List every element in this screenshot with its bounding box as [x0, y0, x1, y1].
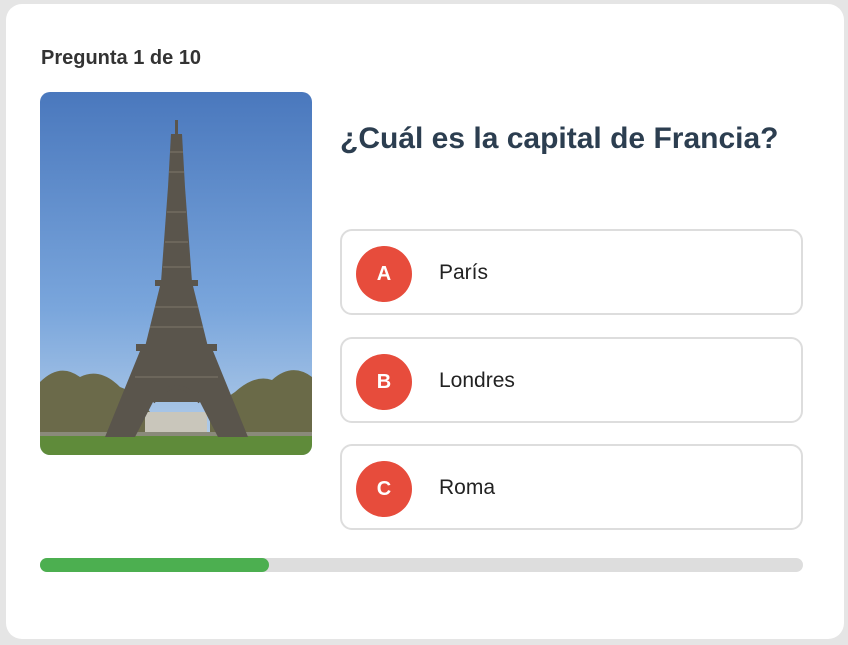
- option-text: Londres: [439, 369, 515, 392]
- answer-option-c[interactable]: C Roma: [340, 444, 803, 530]
- answer-option-b[interactable]: B Londres: [340, 337, 803, 423]
- option-letter-badge: B: [356, 354, 412, 410]
- option-text: Roma: [439, 476, 496, 499]
- progress-bar-fill: [40, 558, 269, 572]
- quiz-card: Pregunta 1 de 10 ¿Cuál es la capital de …: [6, 4, 844, 639]
- question-text: ¿Cuál es la capital de Francia?: [340, 122, 779, 155]
- option-letter-badge: C: [356, 461, 412, 517]
- progress-bar: [40, 558, 803, 572]
- question-counter: Pregunta 1 de 10: [41, 47, 202, 69]
- option-text: París: [439, 261, 489, 284]
- question-image: [40, 92, 312, 455]
- option-letter-badge: A: [356, 246, 412, 302]
- answer-option-a[interactable]: A París: [340, 229, 803, 315]
